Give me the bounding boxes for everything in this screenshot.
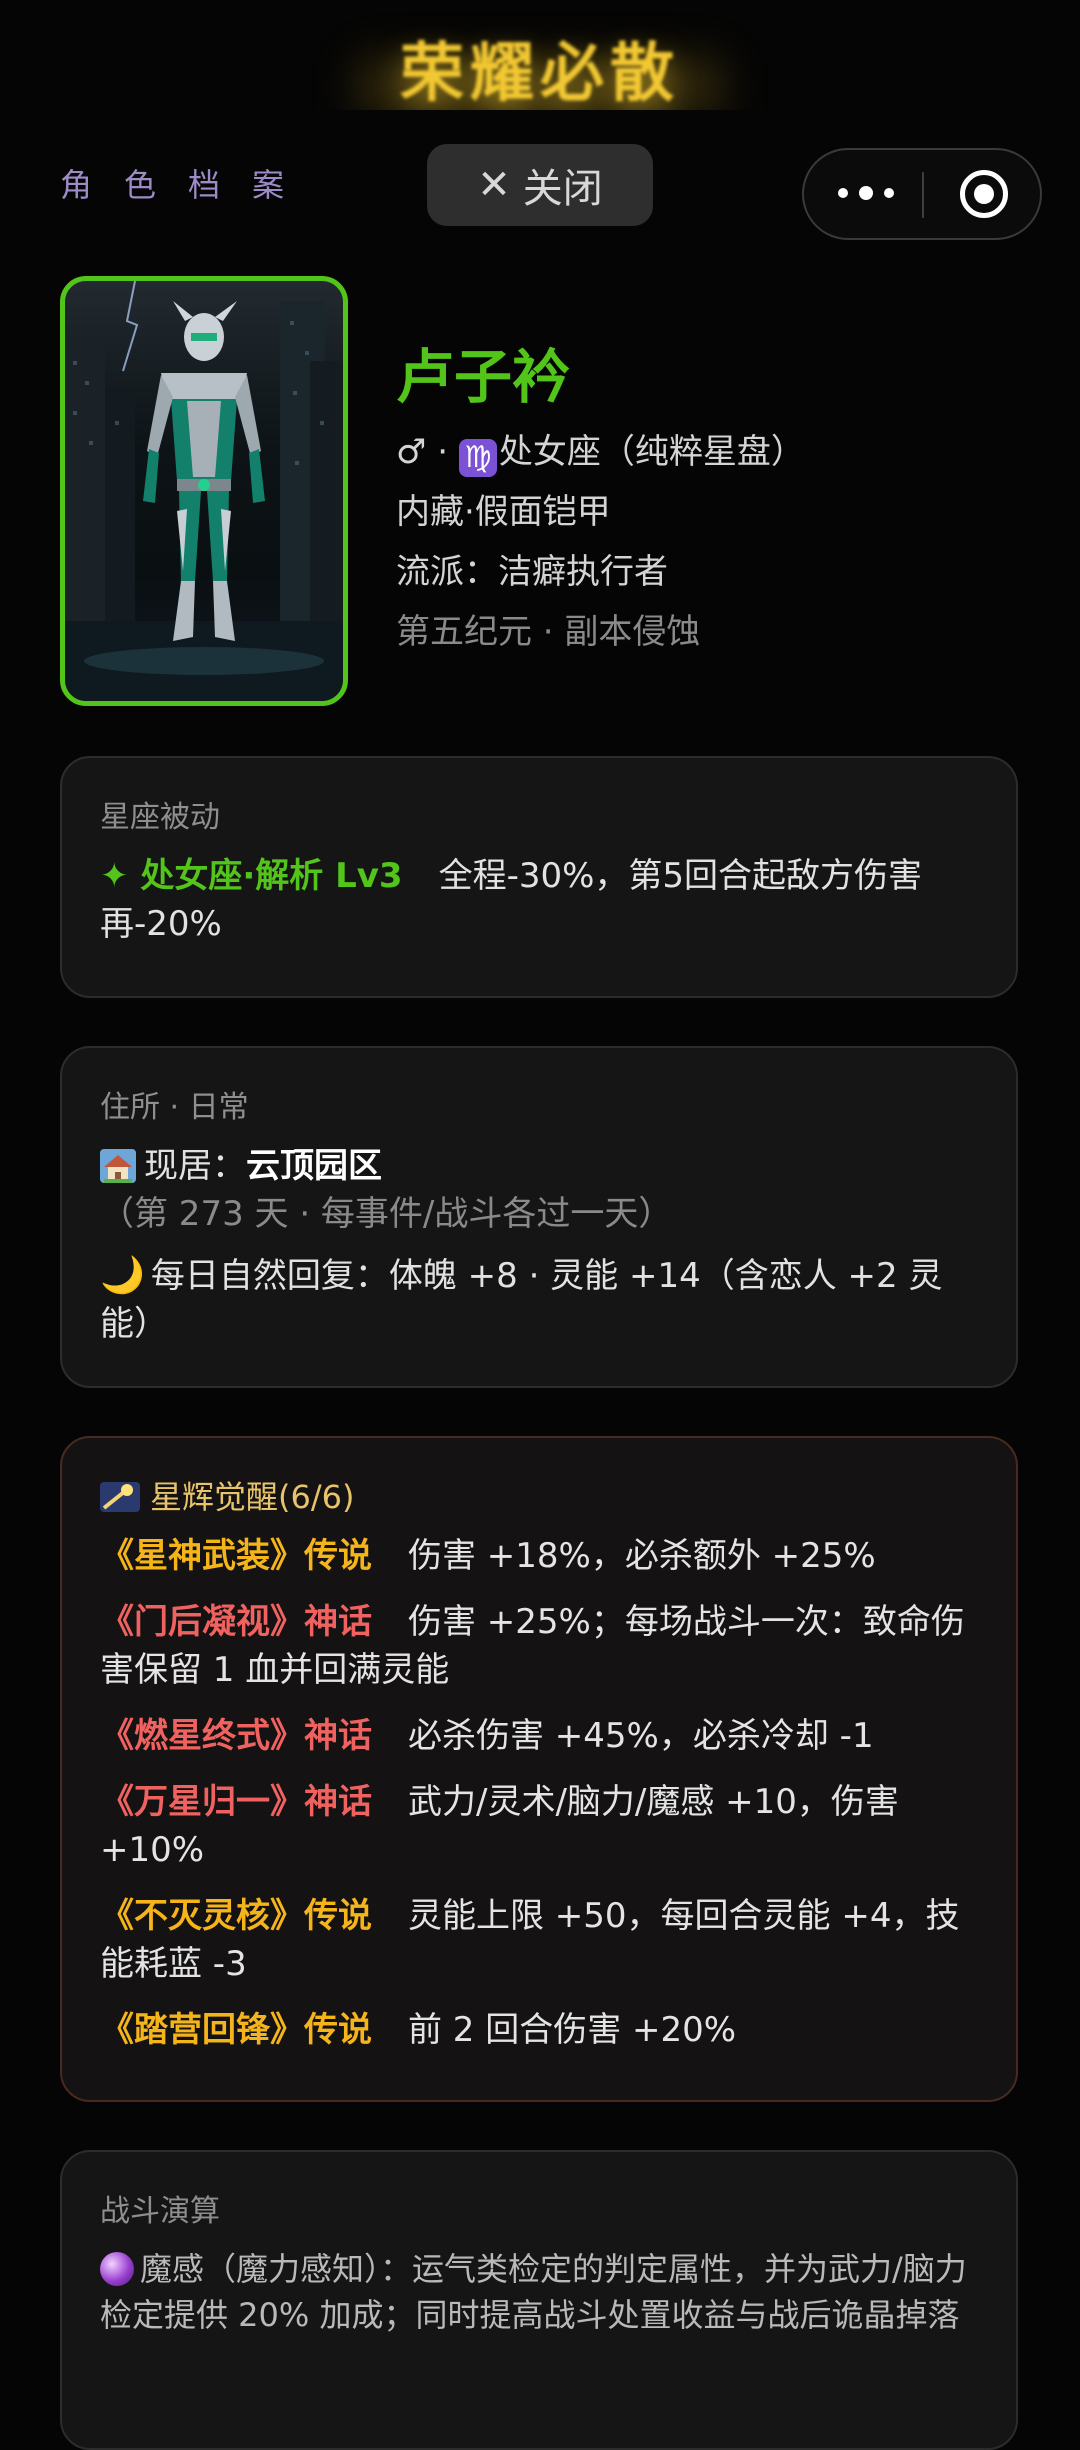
battle-card: 战斗演算 魔感（魔力感知）：运气类检定的判定属性，并为武力/脑力检定提供 20%…: [60, 2150, 1018, 2450]
awakening-item-name: 《不灭灵核》传说: [100, 1896, 372, 1936]
residence-title: 住所 · 日常: [100, 1090, 249, 1125]
awakening-item: 《万星归一》神话 武力/灵术/脑力/魔感 +10，伤害 +10%: [100, 1778, 978, 1874]
awakening-item: 《门后凝视》神话 伤害 +25%；每场战斗一次：致命伤害保留 1 血并回满灵能: [100, 1598, 978, 1694]
close-icon: ✕: [477, 162, 511, 208]
residence-card: 住所 · 日常 现居：云顶园区 （第 273 天 · 每事件/战斗各过一天） 🌙 每…: [60, 1046, 1018, 1388]
passive-title: 星座被动: [100, 800, 220, 835]
crystal-ball-icon: [100, 2252, 134, 2286]
character-name: 卢子衿: [396, 343, 571, 411]
armored-hero-portrait-icon: [65, 281, 343, 701]
school-line: 流派：洁癖执行者: [396, 552, 668, 592]
awakening-item-desc: 伤害 +18%，必杀额外 +25%: [408, 1536, 876, 1576]
hidden-identity: 内藏·假面铠甲: [396, 492, 611, 532]
awakening-item-desc: 前 2 回合伤害 +20%: [408, 2010, 737, 2050]
virgo-icon: ♍: [458, 439, 497, 477]
awakening-item-name: 《燃星终式》神话: [100, 1716, 372, 1756]
gender-symbol: ♂: [396, 432, 427, 472]
battle-title: 战斗演算: [100, 2194, 220, 2229]
residence-place: 云顶园区: [246, 1146, 382, 1186]
character-avatar: [60, 276, 348, 706]
comet-icon: [100, 1482, 140, 1512]
gender-zodiac-line: ♂ · ♍ 处女座（纯粹星盘）: [396, 424, 805, 477]
awakening-item-name: 《星神武装》传说: [100, 1536, 372, 1576]
moon-icon: 🌙: [100, 1255, 145, 1296]
passive-card: 星座被动 ✦ 处女座·解析 Lv3 全程-30%，第5回合起敌方伤害再-20%: [60, 756, 1018, 998]
era-line: 第五纪元 · 副本侵蚀: [396, 612, 701, 652]
close-button[interactable]: ✕ 关闭: [427, 144, 653, 226]
residence-current: 现居：云顶园区 （第 273 天 · 每事件/战斗各过一天）: [100, 1142, 978, 1238]
awakening-title-line: 星辉觉醒(6/6): [100, 1472, 978, 1518]
awakening-item-name: 《门后凝视》神话: [100, 1602, 372, 1642]
page-title: 角色档案: [60, 166, 317, 204]
passive-text: ✦ 处女座·解析 Lv3 全程-30%，第5回合起敌方伤害再-20%: [100, 852, 978, 948]
awakening-item-name: 《踏营回锋》传说: [100, 2010, 372, 2050]
battle-text: 魔感（魔力感知）：运气类检定的判定属性，并为武力/脑力检定提供 20% 加成；同…: [100, 2250, 967, 2334]
top-title: 荣耀必散: [400, 37, 680, 110]
awakening-title: 星辉觉醒(6/6): [150, 1478, 355, 1516]
awakening-item: 《踏营回锋》传说前 2 回合伤害 +20%: [100, 2006, 978, 2054]
mini-program-capsule: [802, 148, 1042, 240]
residence-recovery-line: 🌙 每日自然回复：体魄 +8 · 灵能 +14（含恋人 +2 灵能）: [100, 1252, 978, 1348]
awakening-item-desc: 必杀伤害 +45%，必杀冷却 -1: [408, 1716, 874, 1756]
house-icon: [100, 1149, 136, 1183]
passive-skill-name: ✦ 处女座·解析 Lv3: [100, 856, 403, 896]
close-label: 关闭: [522, 166, 603, 212]
awakening-item-name: 《万星归一》神话: [100, 1782, 372, 1822]
exit-target-icon[interactable]: [960, 170, 1008, 218]
awakening-item: 《星神武装》传说 伤害 +18%，必杀额外 +25%: [100, 1532, 978, 1580]
battle-text-line: 魔感（魔力感知）：运气类检定的判定属性，并为武力/脑力检定提供 20% 加成；同…: [100, 2246, 978, 2338]
capsule-divider: [922, 172, 924, 218]
awakening-item: 《燃星终式》神话 必杀伤害 +45%，必杀冷却 -1: [100, 1712, 978, 1760]
separator-dot: ·: [437, 432, 459, 472]
awakening-card: 星辉觉醒(6/6) 《星神武装》传说 伤害 +18%，必杀额外 +25% 《门后凝…: [60, 1436, 1018, 2102]
residence-label: 现居：: [144, 1146, 246, 1186]
zodiac-text: 处女座（纯粹星盘）: [498, 432, 805, 472]
awakening-item: 《不灭灵核》传说 灵能上限 +50，每回合灵能 +4，技能耗蓝 -3: [100, 1892, 978, 1988]
residence-recovery: 每日自然回复：体魄 +8 · 灵能 +14（含恋人 +2 灵能）: [100, 1256, 943, 1344]
residence-note: （第 273 天 · 每事件/战斗各过一天）: [100, 1194, 673, 1234]
more-options-icon[interactable]: [838, 178, 894, 208]
top-title-area: 荣耀必散: [0, 0, 1080, 110]
